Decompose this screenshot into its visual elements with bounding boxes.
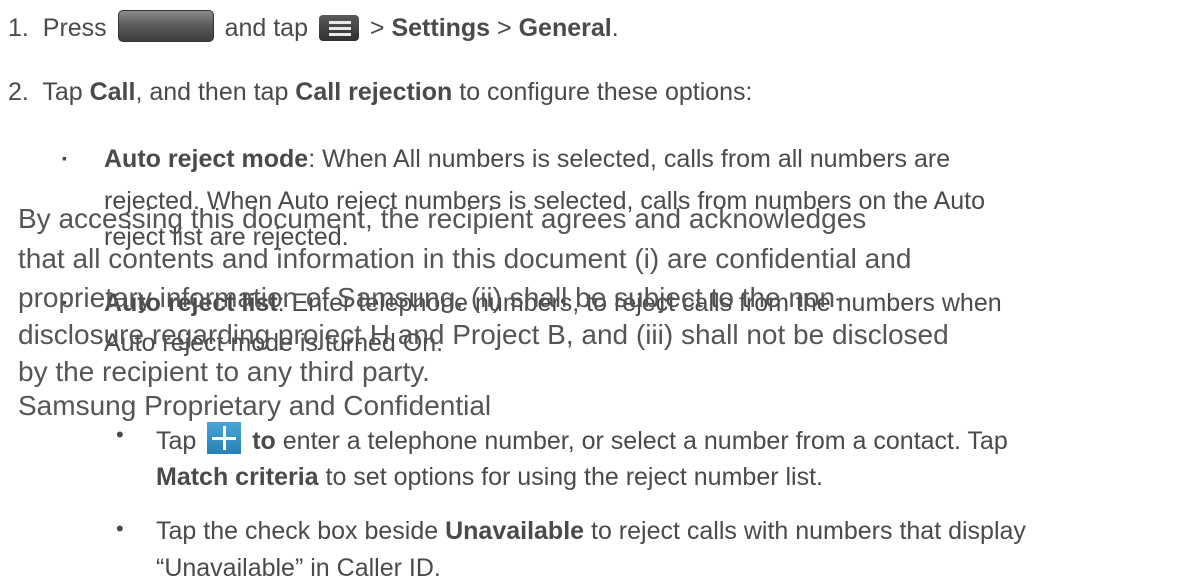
unavailable-line2: “Unavailable” in Caller ID. [156, 554, 441, 582]
unavailable-label: Unavailable [445, 517, 585, 545]
step-1-and-tap: and tap [224, 14, 308, 42]
watermark-line-1: By accessing this document, the recipien… [18, 203, 867, 234]
step-1-press: Press [42, 14, 107, 42]
add-to: to [252, 427, 276, 455]
step-1: 1. Press and tap > Settings > General. [8, 10, 619, 43]
auto-reject-mode-term: Auto reject mode [104, 145, 309, 173]
period: . [611, 14, 619, 42]
watermark-line-2: that all contents and information in thi… [18, 243, 912, 274]
auto-reject-mode-text: : When All numbers is selected, calls fr… [308, 145, 951, 173]
round-bullet: • [116, 516, 124, 541]
menu-key-icon [318, 15, 359, 41]
step-2: 2. Tap Call, and then tap Call rejection… [8, 77, 753, 107]
step-2-number: 2. [8, 78, 29, 106]
separator: > [369, 14, 385, 42]
settings-label: Settings [391, 14, 491, 42]
step-2-rest: to configure these options: [459, 78, 753, 106]
add-icon [207, 422, 242, 454]
add-number-text: enter a telephone number, or select a nu… [282, 427, 1008, 455]
add-number-line2: Match criteria to set options for using … [156, 462, 823, 492]
step-2-tap: Tap [42, 78, 83, 106]
add-number-line1: Tap to enter a telephone number, or sele… [156, 422, 1008, 456]
auto-reject-mode-line1: Auto reject mode: When All numbers is se… [104, 144, 950, 174]
unavailable-text-a: Tap the check box beside [156, 517, 439, 545]
watermark-line-3: proprietary information of Samsung, (ii)… [18, 282, 845, 313]
unavailable-line1: Tap the check box beside Unavailable to … [156, 516, 1026, 546]
step-1-number: 1. [8, 14, 29, 42]
round-bullet: • [116, 422, 124, 447]
separator: > [497, 14, 512, 42]
square-bullet: ▪ [62, 150, 67, 166]
unavailable-text-b: to reject calls with numbers that displa… [591, 517, 1026, 545]
step-2-mid: , and then tap [135, 78, 289, 106]
watermark-line-4: disclosure regarding project H and Proje… [18, 319, 949, 350]
call-label: Call [89, 78, 136, 106]
match-criteria-label: Match criteria [156, 463, 319, 491]
add-tap: Tap [156, 427, 197, 455]
watermark-line-5: by the recipient to any third party. [18, 356, 430, 387]
general-label: General [518, 14, 612, 42]
watermark-line-6: Samsung Proprietary and Confidential [18, 390, 492, 421]
document-page: 1. Press and tap > Settings > General. 2… [0, 0, 1184, 582]
home-key-icon [117, 10, 214, 42]
call-rejection-label: Call rejection [295, 78, 453, 106]
add-number-line2-text: to set options for using the reject numb… [325, 463, 823, 491]
